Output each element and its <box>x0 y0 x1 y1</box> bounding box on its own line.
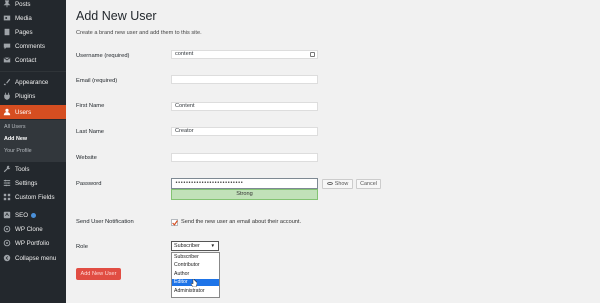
sidebar-item-settings[interactable]: Settings <box>0 176 66 190</box>
password-strength-meter: Strong <box>171 189 318 200</box>
sidebar-item-label: Comments <box>15 42 45 50</box>
role-label: Role <box>76 244 88 250</box>
sidebar-item-wp-clone[interactable]: WP Clone <box>0 222 66 236</box>
sidebar-item-users[interactable]: Users <box>0 105 66 119</box>
sidebar-item-label: Users <box>15 108 32 116</box>
hand-cursor-icon <box>191 279 197 287</box>
password-field[interactable]: •••••••••••••••••••••••••• <box>171 178 318 189</box>
media-icon <box>3 14 11 22</box>
role-option-author[interactable]: Author <box>172 271 219 278</box>
website-label: Website <box>76 155 97 161</box>
sidebar-item-media[interactable]: Media <box>0 11 66 25</box>
email-field[interactable] <box>171 75 318 84</box>
sidebar-item-label: Media <box>15 14 32 22</box>
cancel-password-button[interactable]: Cancel <box>356 179 381 189</box>
notification-label: Send User Notification <box>76 219 134 225</box>
submenu-add-new[interactable]: Add New <box>4 136 27 142</box>
show-password-button[interactable]: Show <box>322 179 353 189</box>
sidebar-item-label: Plugins <box>15 92 36 100</box>
users-submenu: All Users Add New Your Profile <box>0 120 66 162</box>
notification-description: Send the new user an email about their a… <box>181 219 302 225</box>
sidebar-collapse-menu[interactable]: Collapse menu <box>0 251 66 265</box>
sidebar-separator <box>0 71 66 72</box>
sidebar-item-label: Contact <box>15 56 37 64</box>
submenu-all-users[interactable]: All Users <box>4 124 26 130</box>
role-option-editor-label: Editor <box>174 279 188 285</box>
seo-badge-icon <box>31 212 37 218</box>
sidebar-item-appearance[interactable]: Appearance <box>0 75 66 89</box>
sidebar-item-tools[interactable]: Tools <box>0 162 66 176</box>
chevron-down-icon: ▼ <box>210 243 215 248</box>
add-new-user-button[interactable]: Add New User <box>76 268 121 280</box>
eye-icon <box>326 182 333 186</box>
checkmark-icon <box>172 220 178 226</box>
username-label: Username (required) <box>76 53 130 59</box>
password-label: Password <box>76 181 102 187</box>
pin-icon <box>3 0 11 8</box>
contact-card-icon <box>310 52 315 57</box>
collapse-icon <box>3 254 11 262</box>
show-button-label: Show <box>334 181 349 187</box>
sidebar-item-label: Posts <box>15 0 31 8</box>
comment-icon <box>3 42 11 50</box>
sidebar-item-posts[interactable]: Posts <box>0 0 66 11</box>
sidebar-item-label: WP Clone <box>15 225 43 233</box>
clone-icon <box>3 225 11 233</box>
last-name-value: Creator <box>175 128 194 134</box>
email-label: Email (required) <box>76 78 118 84</box>
brush-icon <box>3 78 11 86</box>
sidebar-item-pages[interactable]: Pages <box>0 25 66 39</box>
sidebar-item-label: Appearance <box>15 78 49 86</box>
plug-icon <box>3 92 11 100</box>
first-name-label: First Name <box>76 103 105 109</box>
sidebar-item-plugins[interactable]: Plugins <box>0 89 66 103</box>
seo-icon <box>3 211 11 219</box>
send-notification-checkbox[interactable] <box>171 219 178 226</box>
sidebar-item-contact[interactable]: Contact <box>0 53 66 67</box>
sidebar-item-seo[interactable]: SEO <box>0 208 66 222</box>
settings-icon <box>3 179 11 187</box>
sidebar-item-custom-fields[interactable]: Custom Fields <box>0 190 66 204</box>
wrench-icon <box>3 165 11 173</box>
sidebar-item-label: Tools <box>15 165 30 173</box>
role-selected-value: Subscriber <box>174 243 200 249</box>
role-option-editor[interactable]: Editor <box>172 279 219 287</box>
sidebar-item-label: Settings <box>15 179 38 187</box>
role-option-contributor[interactable]: Contributor <box>172 262 219 269</box>
sidebar-item-label: SEO <box>15 211 29 219</box>
username-value: content <box>175 51 194 57</box>
users-icon <box>3 108 11 116</box>
first-name-field[interactable]: Content <box>171 102 318 111</box>
first-name-value: Content <box>175 103 195 109</box>
sidebar-item-comments[interactable]: Comments <box>0 39 66 53</box>
grid-icon <box>3 193 11 201</box>
role-select[interactable]: Subscriber ▼ <box>171 241 219 251</box>
sidebar-item-label: Pages <box>15 28 33 36</box>
main-content: Add New User Create a brand new user and… <box>66 0 600 303</box>
username-field[interactable]: content <box>171 50 318 59</box>
sidebar-item-label: Collapse menu <box>15 254 57 262</box>
portfolio-icon <box>3 239 11 247</box>
last-name-label: Last Name <box>76 129 105 135</box>
pages-icon <box>3 28 11 36</box>
mail-icon <box>3 56 11 64</box>
last-name-field[interactable]: Creator <box>171 127 318 136</box>
page-description: Create a brand new user and add them to … <box>76 30 202 36</box>
role-option-subscriber[interactable]: Subscriber <box>172 254 219 261</box>
role-option-administrator[interactable]: Administrator <box>172 288 219 295</box>
sidebar-item-label: WP Portfolio <box>15 239 50 247</box>
role-dropdown-list: Subscriber Contributor Author Editor Adm… <box>171 252 220 298</box>
page-title: Add New User <box>76 9 157 23</box>
admin-sidebar: Posts Media Pages Comments Contact Appea… <box>0 0 66 303</box>
submenu-your-profile[interactable]: Your Profile <box>4 148 32 154</box>
sidebar-item-wp-portfolio[interactable]: WP Portfolio <box>0 236 66 250</box>
website-field[interactable] <box>171 153 318 162</box>
sidebar-item-label: Custom Fields <box>15 193 55 201</box>
